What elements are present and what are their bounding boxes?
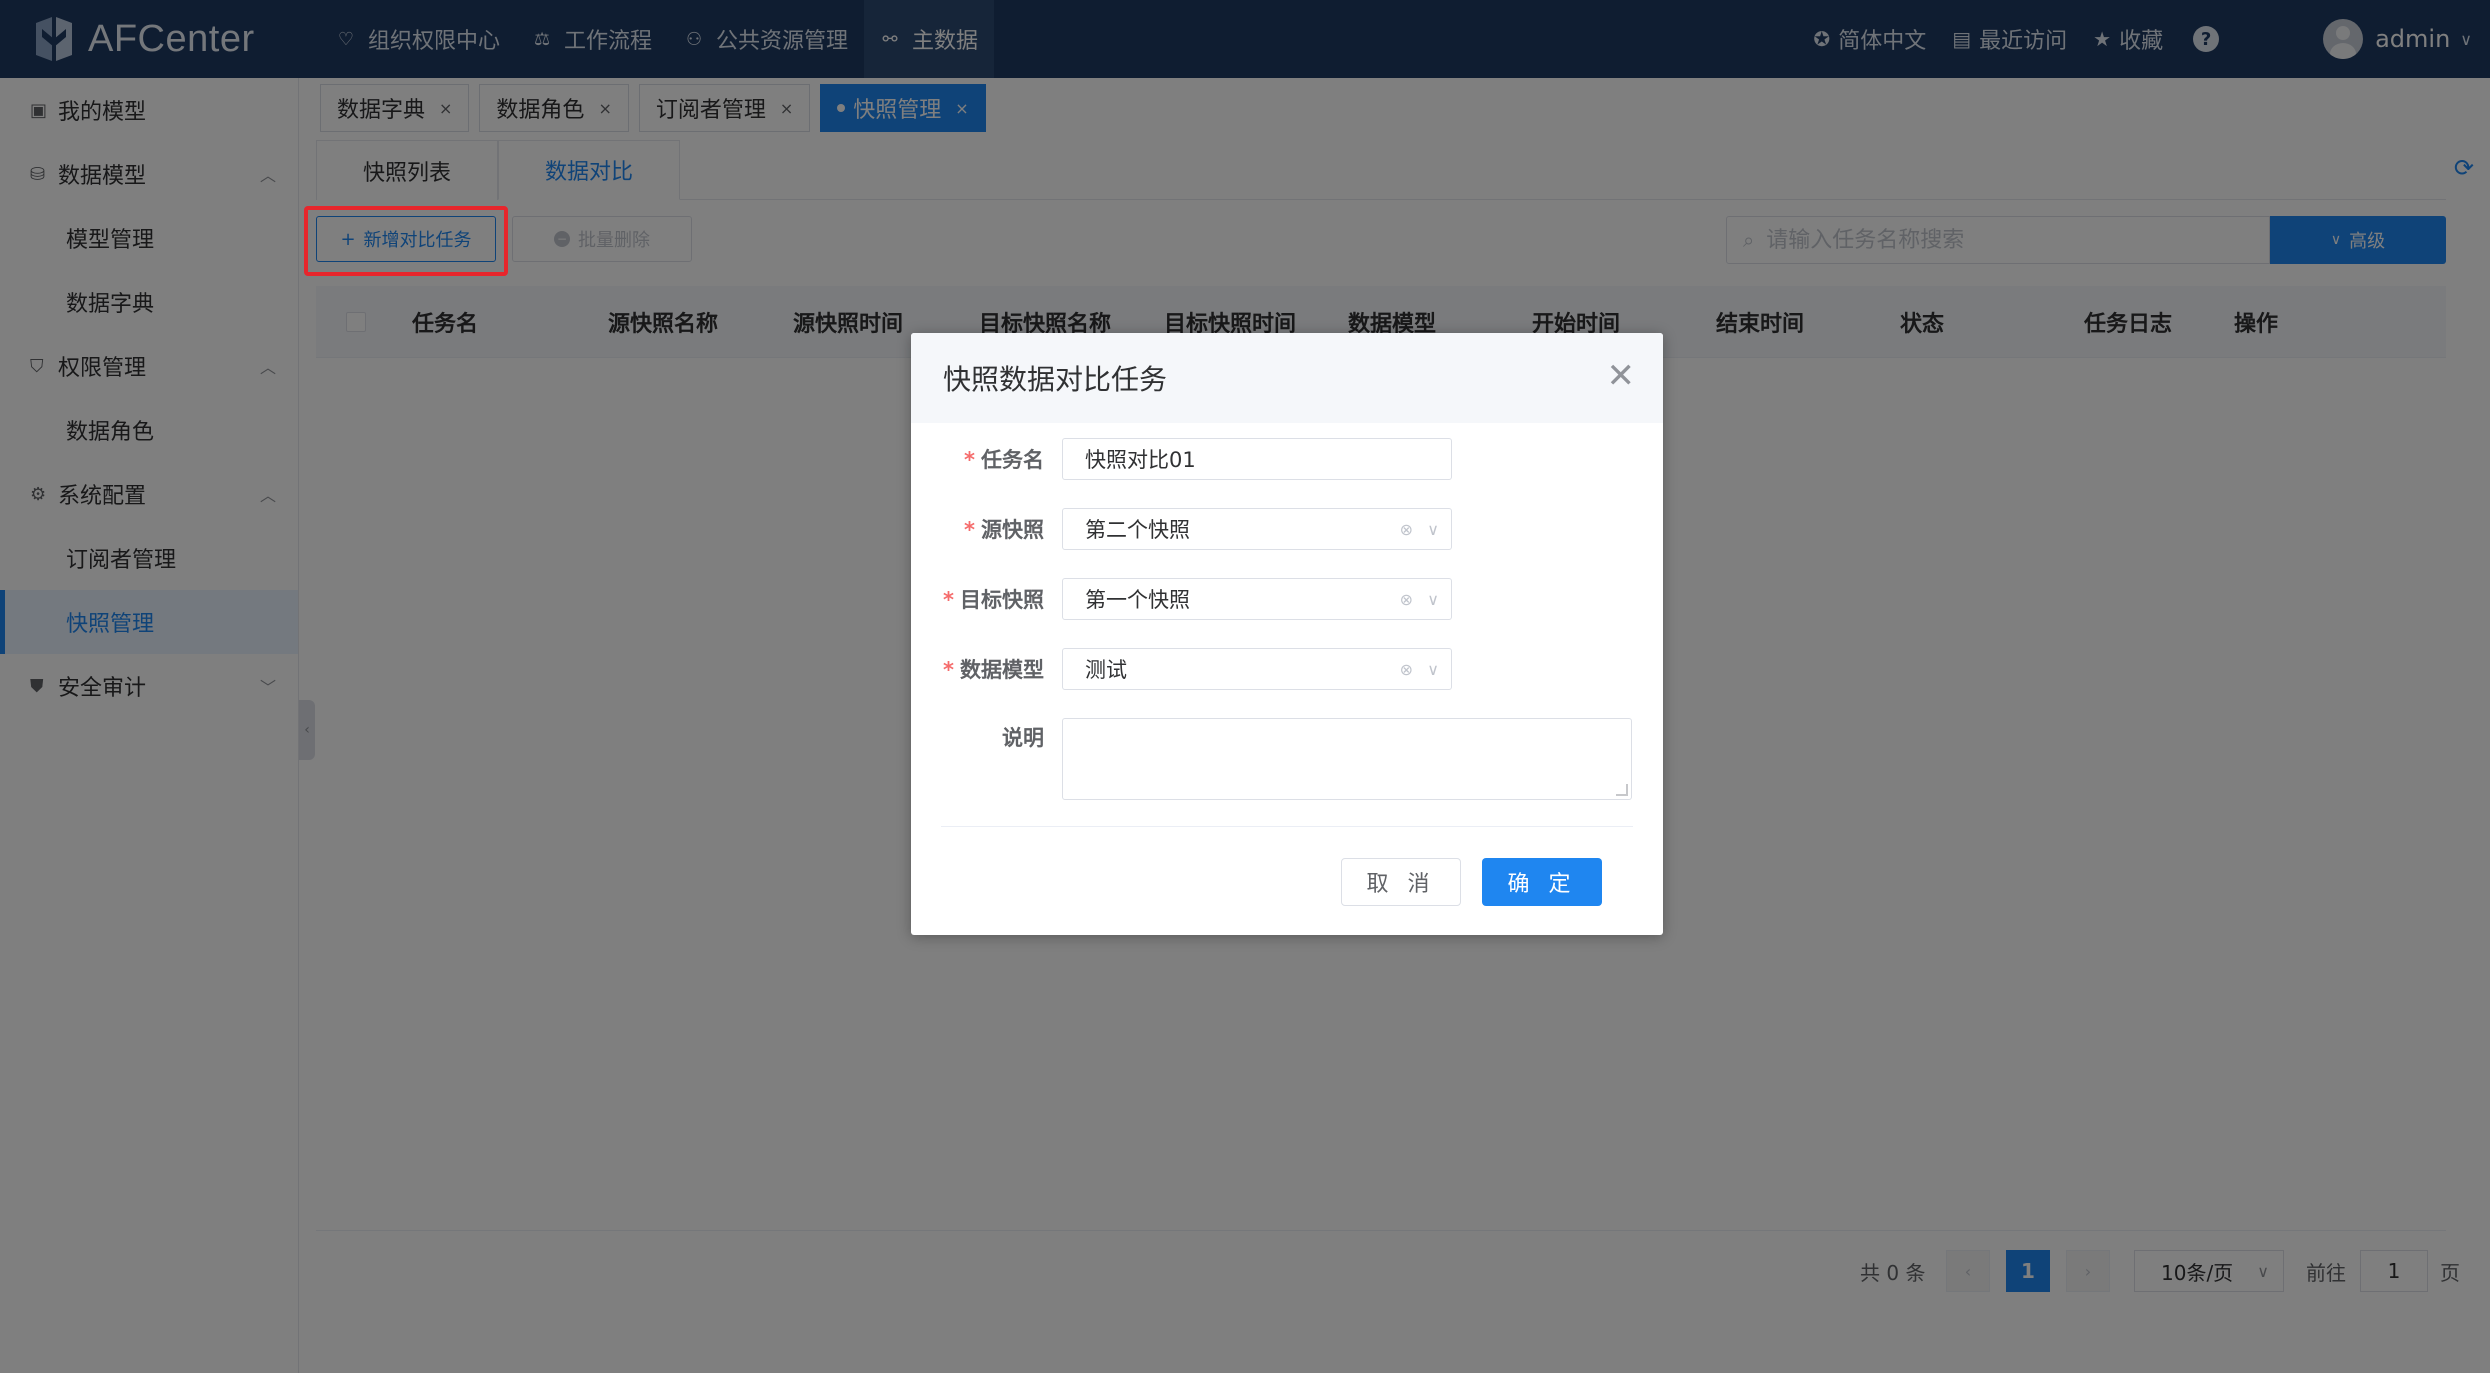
cancel-button[interactable]: 取 消: [1341, 858, 1461, 906]
task-name-label: * 任务名: [964, 448, 1044, 472]
form-row-source-snapshot: * 源快照 第二个快照 ⊗ ∨: [911, 508, 1663, 550]
task-name-input[interactable]: 快照对比01: [1062, 438, 1452, 480]
target-snapshot-select[interactable]: 第一个快照 ⊗ ∨: [1062, 578, 1452, 620]
compare-task-dialog: 快照数据对比任务 ✕ * 任务名 快照对比01 * 源快照 第二个快照 ⊗ ∨ * 目…: [911, 333, 1663, 935]
target-snapshot-label: * 目标快照: [943, 588, 1044, 612]
clear-icon[interactable]: ⊗: [1400, 590, 1413, 609]
clear-icon[interactable]: ⊗: [1400, 520, 1413, 539]
data-model-label: * 数据模型: [943, 658, 1044, 682]
description-textarea[interactable]: [1062, 718, 1632, 800]
chevron-down-icon: ∨: [1427, 659, 1439, 679]
form-row-target-snapshot: * 目标快照 第一个快照 ⊗ ∨: [911, 578, 1663, 620]
dialog-divider: [941, 826, 1633, 827]
close-icon[interactable]: ✕: [1607, 359, 1636, 393]
form-row-description: 说明: [911, 718, 1663, 800]
clear-icon[interactable]: ⊗: [1400, 660, 1413, 679]
source-snapshot-select[interactable]: 第二个快照 ⊗ ∨: [1062, 508, 1452, 550]
chevron-down-icon: ∨: [1427, 519, 1439, 539]
form-row-task-name: * 任务名 快照对比01: [911, 438, 1663, 480]
dialog-header: 快照数据对比任务 ✕: [911, 333, 1663, 423]
chevron-down-icon: ∨: [1427, 589, 1439, 609]
dialog-title: 快照数据对比任务: [943, 363, 1168, 396]
source-snapshot-label: * 源快照: [964, 518, 1044, 542]
form-row-data-model: * 数据模型 测试 ⊗ ∨: [911, 648, 1663, 690]
description-label: 说明: [1002, 726, 1044, 750]
data-model-select[interactable]: 测试 ⊗ ∨: [1062, 648, 1452, 690]
annotation-highlight-box: [304, 206, 508, 276]
confirm-button[interactable]: 确 定: [1482, 858, 1602, 906]
